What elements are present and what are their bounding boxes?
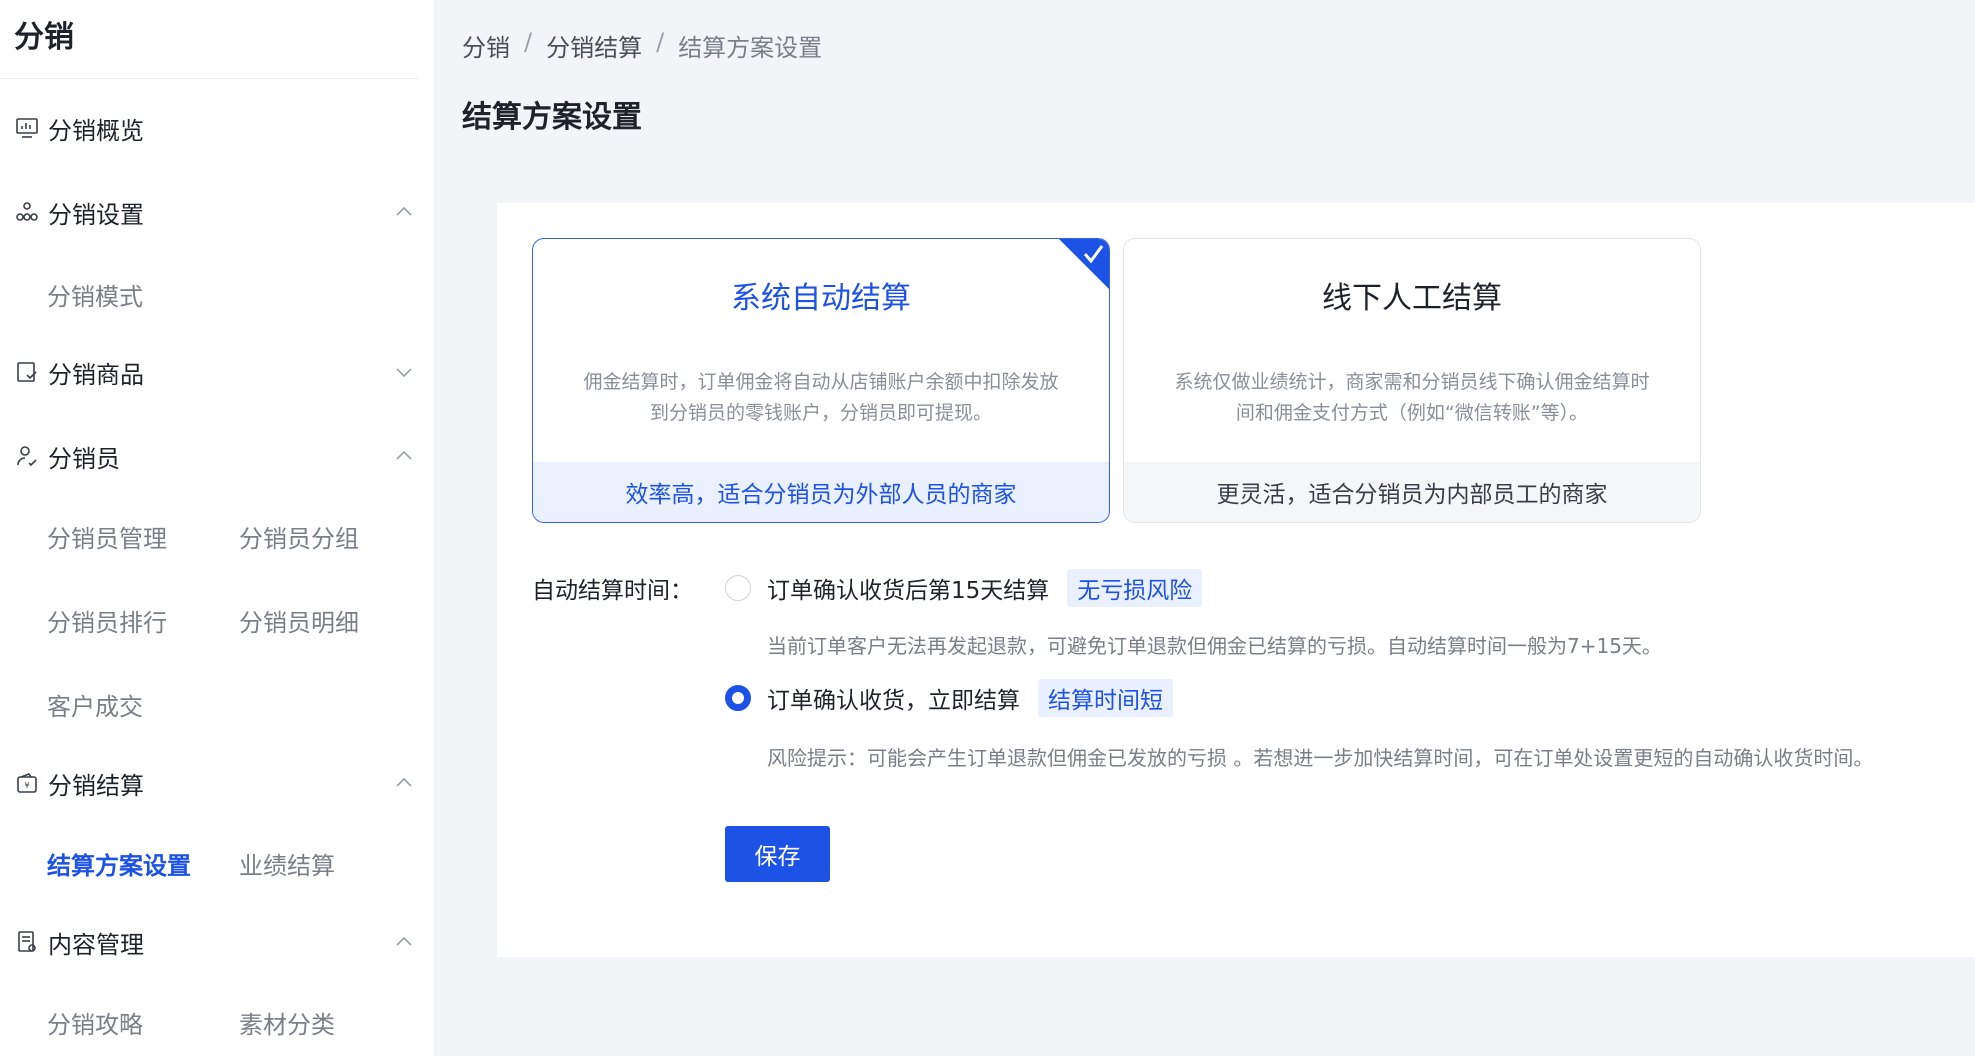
- chevron-up-icon[interactable]: [394, 932, 414, 952]
- save-button[interactable]: 保存: [725, 826, 830, 882]
- option-tag: 无亏损风险: [1067, 569, 1203, 607]
- settlement-panel: 系统自动结算 佣金结算时，订单佣金将自动从店铺账户余额中扣除发放到分销员的零钱账…: [497, 203, 1975, 957]
- sidebar-item-members[interactable]: 分销员: [0, 436, 418, 476]
- option-description: 当前订单客户无法再发起退款，可避免订单退款但佣金已结算的亏损。自动结算时间一般为…: [767, 634, 1662, 658]
- chevron-up-icon[interactable]: [394, 773, 414, 793]
- network-icon: [14, 199, 40, 225]
- chevron-up-icon[interactable]: [394, 446, 414, 466]
- card-description: 佣金结算时，订单佣金将自动从店铺账户余额中扣除发放到分销员的零钱账户，分销员即可…: [583, 371, 1059, 424]
- sidebar-title: 分销: [14, 20, 74, 55]
- sidebar-item-label: 分销员: [48, 444, 120, 473]
- chevron-down-icon[interactable]: [394, 362, 414, 382]
- card-footer: 效率高，适合分销员为外部人员的商家: [533, 462, 1109, 522]
- breadcrumb-separator: /: [656, 28, 665, 56]
- sidebar-sub-strategy[interactable]: 分销攻略: [47, 1005, 143, 1040]
- sidebar-item-goods[interactable]: 分销商品: [0, 352, 418, 392]
- breadcrumb-separator: /: [524, 28, 533, 56]
- card-description: 系统仅做业绩统计，商家需和分销员线下确认佣金结算时间和佣金支付方式（例如“微信转…: [1174, 371, 1650, 424]
- sidebar-sub-settle-plan[interactable]: 结算方案设置: [47, 846, 191, 881]
- sidebar-sub-member-detail[interactable]: 分销员明细: [239, 603, 359, 638]
- chevron-up-icon[interactable]: [394, 202, 414, 222]
- settle-time-label: 自动结算时间：: [532, 578, 693, 604]
- sidebar-item-label: 分销概览: [48, 116, 144, 145]
- radio-button[interactable]: [725, 575, 751, 601]
- sidebar-sub-material-cat[interactable]: 素材分类: [239, 1005, 335, 1040]
- sidebar-sub-mode[interactable]: 分销模式: [47, 277, 143, 312]
- wallet-icon: ¥: [14, 770, 40, 796]
- radio-option-immediate[interactable]: 订单确认收货，立即结算 结算时间短: [725, 679, 1173, 717]
- radio-label: 订单确认收货，立即结算: [767, 688, 1020, 714]
- option-card-manual[interactable]: 线下人工结算 系统仅做业绩统计，商家需和分销员线下确认佣金结算时间和佣金支付方式…: [1123, 238, 1701, 523]
- sidebar-item-content[interactable]: 内容管理: [0, 922, 418, 962]
- sidebar-sub-perf-settle[interactable]: 业绩结算: [239, 846, 335, 881]
- breadcrumb-item-current: 结算方案设置: [678, 34, 823, 62]
- card-title: 系统自动结算: [731, 281, 911, 316]
- sidebar-item-label: 分销商品: [48, 360, 144, 389]
- breadcrumb: 分销 / 分销结算 / 结算方案设置: [462, 28, 822, 63]
- option-tag: 结算时间短: [1038, 679, 1173, 717]
- radio-option-15days[interactable]: 订单确认收货后第15天结算 无亏损风险: [725, 569, 1203, 607]
- sidebar-item-settlement[interactable]: ¥ 分销结算: [0, 763, 418, 803]
- sidebar-item-label: 内容管理: [48, 930, 144, 959]
- sidebar-item-settings[interactable]: 分销设置: [0, 192, 418, 232]
- dashboard-icon: [14, 115, 40, 141]
- document-icon: [14, 929, 40, 955]
- sidebar-sub-customer-deal[interactable]: 客户成交: [47, 687, 143, 722]
- option-card-auto[interactable]: 系统自动结算 佣金结算时，订单佣金将自动从店铺账户余额中扣除发放到分销员的零钱账…: [532, 238, 1110, 523]
- breadcrumb-item[interactable]: 分销结算: [546, 28, 642, 63]
- radio-label: 订单确认收货后第15天结算: [767, 578, 1050, 604]
- svg-text:¥: ¥: [24, 781, 29, 790]
- checkmark-corner-icon: [1059, 239, 1109, 289]
- radio-button-checked[interactable]: [725, 685, 751, 711]
- sidebar-divider: [0, 78, 418, 79]
- goods-icon: [14, 359, 40, 385]
- breadcrumb-item[interactable]: 分销: [462, 28, 510, 63]
- sidebar: 分销 分销概览 分销设置 分销模式 分销商品 分销员 分销员管理 分销员分组 分…: [0, 0, 434, 1056]
- sidebar-item-label: 分销设置: [48, 200, 144, 229]
- sidebar-sub-member-rank[interactable]: 分销员排行: [47, 603, 167, 638]
- card-title: 线下人工结算: [1322, 281, 1502, 316]
- sidebar-item-label: 分销结算: [48, 771, 144, 800]
- sidebar-sub-member-group[interactable]: 分销员分组: [239, 519, 359, 554]
- card-footer: 更灵活，适合分销员为内部员工的商家: [1124, 462, 1700, 522]
- option-description: 风险提示：可能会产生订单退款但佣金已发放的亏损 。若想进一步加快结算时间，可在订…: [767, 746, 1874, 770]
- sidebar-item-overview[interactable]: 分销概览: [0, 108, 418, 148]
- sidebar-sub-member-manage[interactable]: 分销员管理: [47, 519, 167, 554]
- page-title: 结算方案设置: [462, 100, 642, 135]
- user-icon: [14, 443, 40, 469]
